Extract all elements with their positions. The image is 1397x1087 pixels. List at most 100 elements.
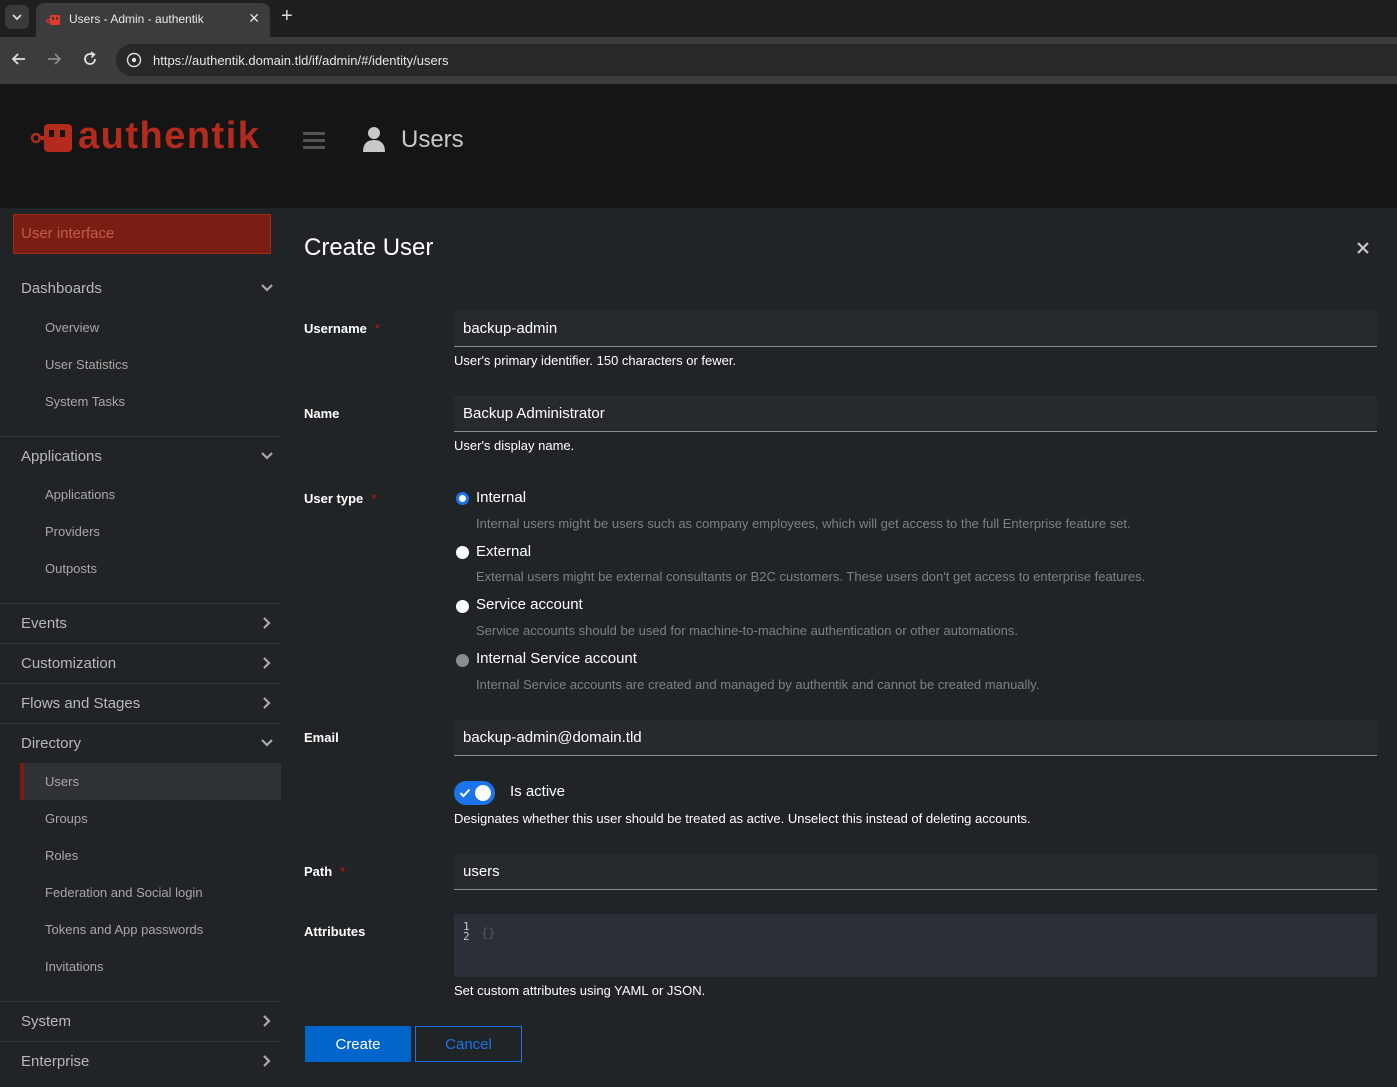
tab-close-icon[interactable]: ✕ (248, 10, 260, 27)
required-marker: * (371, 491, 377, 506)
modal-title: Create User (304, 234, 434, 261)
reload-icon[interactable] (80, 49, 100, 69)
user-type-external-radio[interactable] (456, 546, 469, 559)
username-helper: User's primary identifier. 150 character… (454, 353, 737, 368)
new-tab-button[interactable]: + (281, 6, 293, 26)
sidebar-item-label: Groups (45, 811, 88, 826)
sidebar-item-label: Applications (45, 487, 116, 502)
page-title: Users (401, 126, 464, 153)
create-button[interactable]: Create (305, 1026, 411, 1062)
is-active-label[interactable]: Is active (510, 783, 565, 800)
sidebar-group-label: Enterprise (21, 1053, 90, 1070)
sidebar-group-events[interactable]: Events (0, 603, 281, 643)
sidebar-toggle-button[interactable] (303, 132, 325, 150)
page-header: authentik Users (0, 84, 1397, 208)
attributes-label: Attributes (304, 924, 366, 939)
authentik-logo-icon (30, 124, 72, 152)
user-type-service-account-description: Service accounts should be used for mach… (476, 623, 1018, 638)
tab-title: Users - Admin - authentik (69, 12, 204, 26)
close-icon[interactable] (1356, 241, 1370, 255)
toggle-knob (475, 785, 491, 801)
user-type-internal-service-account-label: Internal Service account (476, 650, 637, 667)
sidebar-group-directory[interactable]: Directory (0, 723, 281, 763)
sidebar-item-label: Providers (45, 524, 100, 539)
sidebar-group-label: Dashboards (21, 280, 102, 297)
browser-tab[interactable]: Users - Admin - authentik ✕ (36, 3, 270, 37)
chevron-down-icon (12, 14, 22, 21)
sidebar-group-label: Flows and Stages (21, 695, 141, 712)
site-info-icon[interactable] (126, 52, 142, 68)
required-marker: * (340, 864, 346, 879)
chevron-right-icon (263, 657, 271, 669)
email-label: Email (304, 730, 339, 745)
browser-toolbar: https://authentik.domain.tld/if/admin/#/… (0, 37, 1397, 84)
user-type-internal-radio[interactable] (456, 492, 469, 505)
sidebar-item-users[interactable]: Users (20, 763, 281, 800)
sidebar-item-label: Roles (45, 848, 79, 863)
sidebar-item-federation[interactable]: Federation and Social login (0, 874, 281, 911)
sidebar-group-label: Applications (21, 448, 102, 465)
sidebar-item-label: Tokens and App passwords (45, 922, 204, 937)
sidebar-item-label: Overview (45, 320, 100, 335)
attributes-helper: Set custom attributes using YAML or JSON… (454, 983, 706, 998)
is-active-toggle[interactable] (454, 781, 495, 805)
sidebar-item-providers[interactable]: Providers (0, 513, 281, 550)
path-input[interactable] (454, 854, 1377, 890)
sidebar-item-user-statistics[interactable]: User Statistics (0, 346, 281, 383)
sidebar-item-invitations[interactable]: Invitations (0, 948, 281, 985)
sidebar-item-overview[interactable]: Overview (0, 309, 281, 346)
sidebar-group-flows-and-stages[interactable]: Flows and Stages (0, 683, 281, 723)
is-active-helper: Designates whether this user should be t… (454, 811, 1031, 826)
chevron-right-icon (263, 697, 271, 709)
sidebar-group-applications[interactable]: Applications (0, 436, 281, 476)
line-numbers: 1 2 (463, 920, 470, 943)
sidebar-item-roles[interactable]: Roles (0, 837, 281, 874)
sidebar-group-label: Events (21, 615, 67, 632)
sidebar-item-label: Invitations (45, 959, 104, 974)
username-input[interactable] (454, 311, 1377, 347)
user-type-label: User type * (304, 491, 377, 506)
sidebar-item-applications[interactable]: Applications (0, 476, 281, 513)
sidebar-item-outposts[interactable]: Outposts (0, 550, 281, 587)
chevron-right-icon (263, 1055, 271, 1067)
back-arrow-icon[interactable] (9, 49, 29, 69)
sidebar-item-groups[interactable]: Groups (0, 800, 281, 837)
sidebar-item-system-tasks[interactable]: System Tasks (0, 383, 281, 420)
sidebar-group-enterprise[interactable]: Enterprise (0, 1041, 281, 1081)
name-input[interactable] (454, 396, 1377, 432)
sidebar-group-label: Directory (21, 735, 82, 752)
chevron-down-icon (261, 739, 273, 747)
create-user-modal: Create User Username* User's primary ide… (281, 208, 1397, 1087)
user-type-service-account-radio[interactable] (456, 600, 469, 613)
name-label: Name (304, 406, 340, 421)
user-type-internal-label[interactable]: Internal (476, 489, 526, 506)
attributes-code-editor[interactable]: 1 2 {} (454, 914, 1377, 977)
required-marker: * (374, 321, 380, 336)
sidebar-group-customization[interactable]: Customization (0, 643, 281, 683)
user-type-service-account-label[interactable]: Service account (476, 596, 583, 613)
user-icon (363, 127, 385, 152)
url-text[interactable]: https://authentik.domain.tld/if/admin/#/… (153, 53, 449, 68)
tab-list-button[interactable] (5, 5, 29, 29)
forward-arrow-icon[interactable] (44, 49, 64, 69)
chevron-right-icon (263, 617, 271, 629)
sidebar-item-label: Users (45, 774, 79, 789)
browser-tab-strip: Users - Admin - authentik ✕ + (0, 0, 1397, 37)
user-type-external-label[interactable]: External (476, 543, 531, 560)
chevron-down-icon (261, 452, 273, 460)
email-input[interactable] (454, 720, 1377, 756)
sidebar-group-system[interactable]: System (0, 1001, 281, 1041)
sidebar-group-dashboards[interactable]: Dashboards (0, 269, 281, 309)
sidebar-item-label: User Statistics (45, 357, 129, 372)
address-bar[interactable]: https://authentik.domain.tld/if/admin/#/… (116, 44, 1397, 76)
page: authentik Users User interface Dashboard… (0, 84, 1397, 1087)
user-interface-button[interactable]: User interface (13, 214, 271, 254)
chevron-down-icon (261, 284, 273, 292)
path-label: Path * (304, 864, 346, 879)
sidebar-group-label: Customization (21, 655, 117, 672)
cancel-button[interactable]: Cancel (415, 1026, 522, 1062)
authentik-favicon-icon (46, 15, 60, 25)
sidebar-item-tokens[interactable]: Tokens and App passwords (0, 911, 281, 948)
user-type-internal-service-account-radio (456, 654, 469, 667)
code-content[interactable]: {} (481, 926, 495, 940)
